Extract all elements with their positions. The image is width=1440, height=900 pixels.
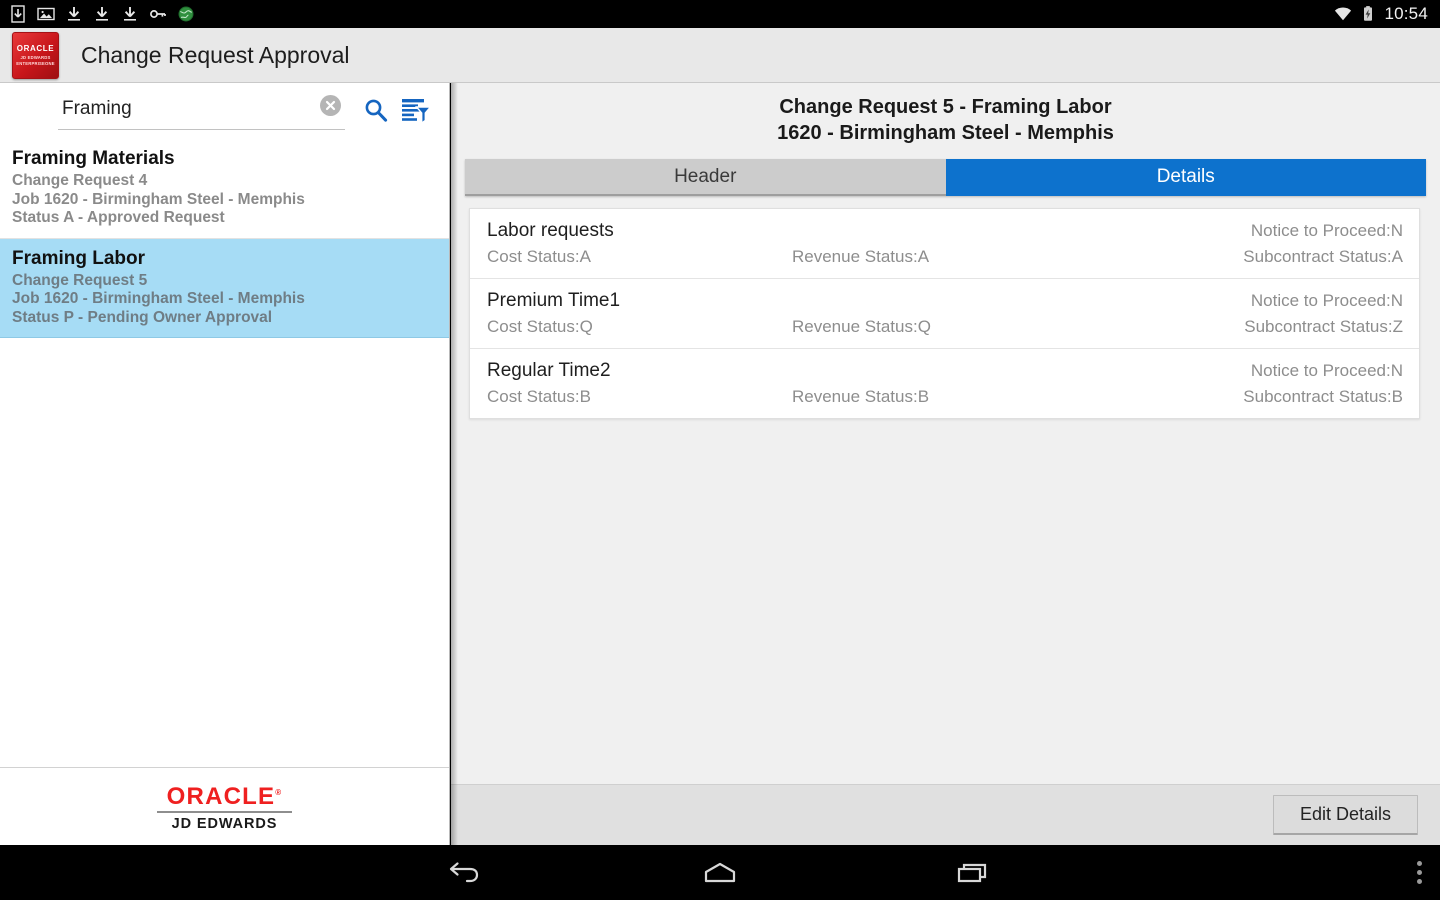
row-cost-status: Cost Status:B bbox=[487, 387, 591, 406]
download-icon bbox=[65, 5, 83, 23]
status-clock: 10:54 bbox=[1384, 4, 1428, 23]
search-icon bbox=[361, 96, 391, 126]
list-item-job: Job 1620 - Birmingham Steel - Memphis bbox=[12, 290, 305, 307]
vpn-key-icon bbox=[149, 5, 167, 23]
table-row[interactable]: Premium Time1 Notice to Proceed:N Cost S… bbox=[470, 279, 1419, 349]
filter-button[interactable] bbox=[397, 92, 435, 130]
list-item-title: Framing Materials bbox=[12, 148, 175, 169]
list-item-title: Framing Labor bbox=[12, 247, 146, 269]
row-name: Labor requests bbox=[487, 220, 614, 241]
detail-empty-space bbox=[451, 419, 1440, 784]
row-subcontract-status: Subcontract Status:A bbox=[1243, 247, 1403, 266]
search-field-wrapper bbox=[58, 93, 345, 130]
detail-rows-card: Labor requests Notice to Proceed:N Cost … bbox=[469, 208, 1420, 419]
row-notice-to-proceed: Notice to Proceed:N bbox=[1250, 221, 1403, 240]
detail-header: Change Request 5 - Framing Labor 1620 - … bbox=[451, 83, 1440, 146]
download-icon bbox=[121, 5, 139, 23]
app-header: ORACLE JD EDWARDS ENTERPRISEONE Change R… bbox=[0, 28, 1440, 83]
android-navigation-bar bbox=[0, 845, 1440, 900]
list-item[interactable]: Framing Materials Change Request 4 Job 1… bbox=[0, 139, 449, 239]
save-to-device-icon bbox=[9, 5, 27, 23]
android-status-bar: 10:54 bbox=[0, 0, 1440, 28]
globe-icon bbox=[177, 5, 195, 23]
oracle-wordmark: ORACLE® bbox=[166, 783, 283, 811]
row-revenue-status: Revenue Status:A bbox=[792, 247, 930, 266]
search-toolbar bbox=[0, 83, 449, 139]
wifi-icon bbox=[1334, 5, 1352, 23]
status-notification-icons bbox=[0, 5, 195, 23]
detail-panel: Change Request 5 - Framing Labor 1620 - … bbox=[451, 83, 1440, 845]
row-subcontract-status: Subcontract Status:B bbox=[1243, 387, 1403, 406]
list-item-selected[interactable]: Framing Labor Change Request 5 Job 1620 … bbox=[0, 238, 449, 338]
android-tablet-screen: 10:54 ORACLE JD EDWARDS ENTERPRISEONE Ch… bbox=[0, 0, 1440, 900]
download-icon bbox=[93, 5, 111, 23]
change-request-list: Framing Materials Change Request 4 Job 1… bbox=[0, 139, 449, 767]
logo-e1-text: ENTERPRISEONE bbox=[16, 60, 55, 66]
logo-divider bbox=[157, 811, 292, 813]
tab-details[interactable]: Details bbox=[945, 159, 1426, 196]
jde-enterpriseone-logo-icon[interactable]: ORACLE JD EDWARDS ENTERPRISEONE bbox=[12, 31, 59, 79]
image-icon bbox=[37, 5, 55, 23]
row-cost-status: Cost Status:A bbox=[487, 247, 591, 266]
tab-header[interactable]: Header bbox=[465, 159, 946, 196]
search-results-panel: Framing Materials Change Request 4 Job 1… bbox=[0, 83, 450, 845]
jd-edwards-wordmark: JD EDWARDS bbox=[171, 815, 278, 832]
edit-details-button[interactable]: Edit Details bbox=[1272, 795, 1418, 835]
list-item-job: Job 1620 - Birmingham Steel - Memphis bbox=[12, 190, 305, 208]
list-item-status: Status P - Pending Owner Approval bbox=[12, 308, 273, 326]
row-name: Premium Time1 bbox=[487, 290, 621, 311]
row-name: Regular Time2 bbox=[487, 360, 611, 381]
search-input[interactable] bbox=[58, 97, 345, 124]
row-cost-status: Cost Status:Q bbox=[487, 317, 593, 336]
status-system-icons: 10:54 bbox=[1334, 4, 1440, 24]
row-subcontract-status: Subcontract Status:Z bbox=[1244, 317, 1403, 336]
close-circle-icon[interactable] bbox=[320, 94, 341, 116]
home-icon[interactable] bbox=[698, 859, 742, 887]
detail-action-bar: Edit Details bbox=[451, 784, 1440, 845]
detail-tab-bar: Header Details bbox=[465, 159, 1426, 196]
battery-charging-icon bbox=[1359, 5, 1377, 23]
list-item-request: Change Request 4 bbox=[12, 172, 148, 189]
row-revenue-status: Revenue Status:Q bbox=[792, 317, 931, 336]
row-notice-to-proceed: Notice to Proceed:N bbox=[1250, 361, 1403, 380]
row-notice-to-proceed: Notice to Proceed:N bbox=[1250, 291, 1403, 310]
table-row[interactable]: Labor requests Notice to Proceed:N Cost … bbox=[470, 209, 1419, 279]
filter-list-icon bbox=[400, 96, 432, 126]
oracle-jde-footer-logo: ORACLE® JD EDWARDS bbox=[0, 767, 449, 845]
detail-title-line2: 1620 - Birmingham Steel - Memphis bbox=[777, 122, 1114, 144]
logo-oracle-text: ORACLE bbox=[16, 44, 55, 53]
search-button[interactable] bbox=[357, 92, 395, 130]
detail-title-line1: Change Request 5 - Framing Labor bbox=[779, 96, 1112, 118]
registered-trademark: ® bbox=[275, 788, 283, 798]
back-icon[interactable] bbox=[446, 859, 486, 887]
overflow-menu-icon[interactable] bbox=[1417, 845, 1422, 900]
table-row[interactable]: Regular Time2 Notice to Proceed:N Cost S… bbox=[470, 349, 1419, 418]
list-item-status: Status A - Approved Request bbox=[12, 209, 225, 226]
list-item-request: Change Request 5 bbox=[12, 271, 148, 289]
page-title: Change Request Approval bbox=[81, 41, 350, 68]
recents-icon[interactable] bbox=[954, 859, 994, 887]
row-revenue-status: Revenue Status:B bbox=[792, 387, 930, 406]
